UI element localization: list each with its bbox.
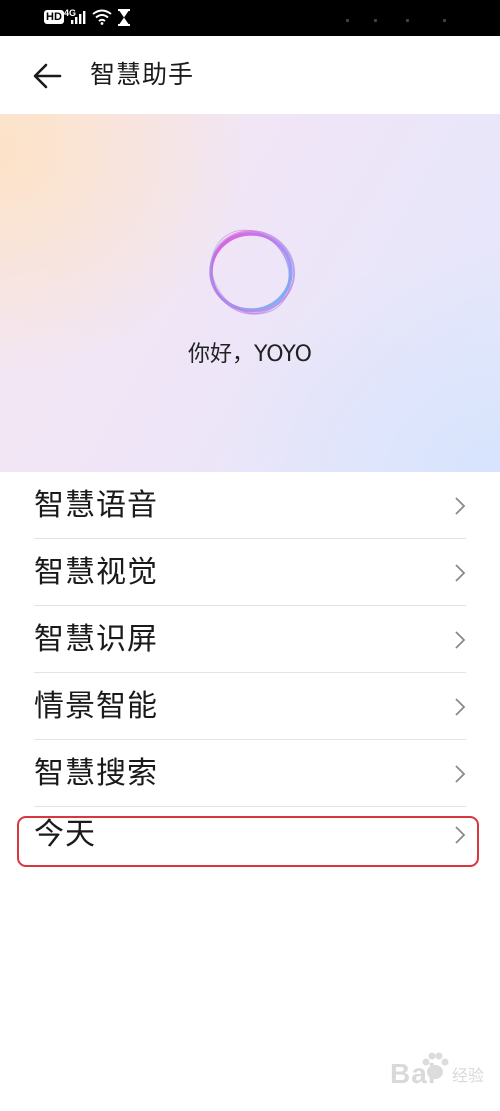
menu-item-label: 智慧视觉 — [34, 555, 158, 590]
chevron-right-icon — [455, 564, 466, 582]
chevron-right-icon — [455, 631, 466, 649]
chevron-right-icon — [455, 698, 466, 716]
signal-icon — [71, 11, 86, 24]
chevron-right-icon — [455, 497, 466, 515]
wifi-icon — [92, 9, 112, 25]
voice-assistant-ring-icon[interactable] — [195, 216, 307, 328]
status-bar: HD 4G — [0, 0, 500, 36]
highlight-box — [17, 816, 479, 867]
menu-item-label: 智慧搜索 — [34, 756, 158, 791]
menu-item-label: 智慧语音 — [34, 488, 158, 523]
status-dot — [374, 19, 377, 22]
back-button[interactable] — [30, 58, 70, 94]
paw-icon — [422, 1052, 449, 1079]
hd-badge: HD — [44, 10, 64, 24]
greeting-text: 你好，YOYO — [188, 342, 312, 367]
menu-item-smart-search[interactable]: 智慧搜索 — [34, 740, 466, 807]
page-title: 智慧助手 — [90, 60, 195, 89]
status-dot — [443, 19, 446, 22]
app-bar: 智慧助手 — [0, 36, 500, 114]
settings-menu: 智慧语音 智慧视觉 智慧识屏 情景智能 智慧搜索 今天 — [0, 472, 500, 874]
status-dot — [406, 19, 409, 22]
menu-item-label: 情景智能 — [34, 689, 158, 724]
baidu-jingyan-watermark: Bai 经验 — [366, 1048, 496, 1100]
back-arrow-icon — [33, 63, 62, 89]
status-dot — [346, 19, 349, 22]
chevron-right-icon — [455, 765, 466, 783]
hourglass-icon — [118, 9, 130, 26]
hero-banner: 你好，YOYO — [0, 114, 500, 472]
watermark-sub: 经验 — [452, 1066, 485, 1085]
menu-item-smart-vision[interactable]: 智慧视觉 — [34, 539, 466, 606]
menu-item-smart-screen-recognition[interactable]: 智慧识屏 — [34, 606, 466, 673]
menu-item-label: 智慧识屏 — [34, 622, 158, 657]
menu-item-smart-voice[interactable]: 智慧语音 — [34, 472, 466, 539]
menu-item-scenario-intelligence[interactable]: 情景智能 — [34, 673, 466, 740]
